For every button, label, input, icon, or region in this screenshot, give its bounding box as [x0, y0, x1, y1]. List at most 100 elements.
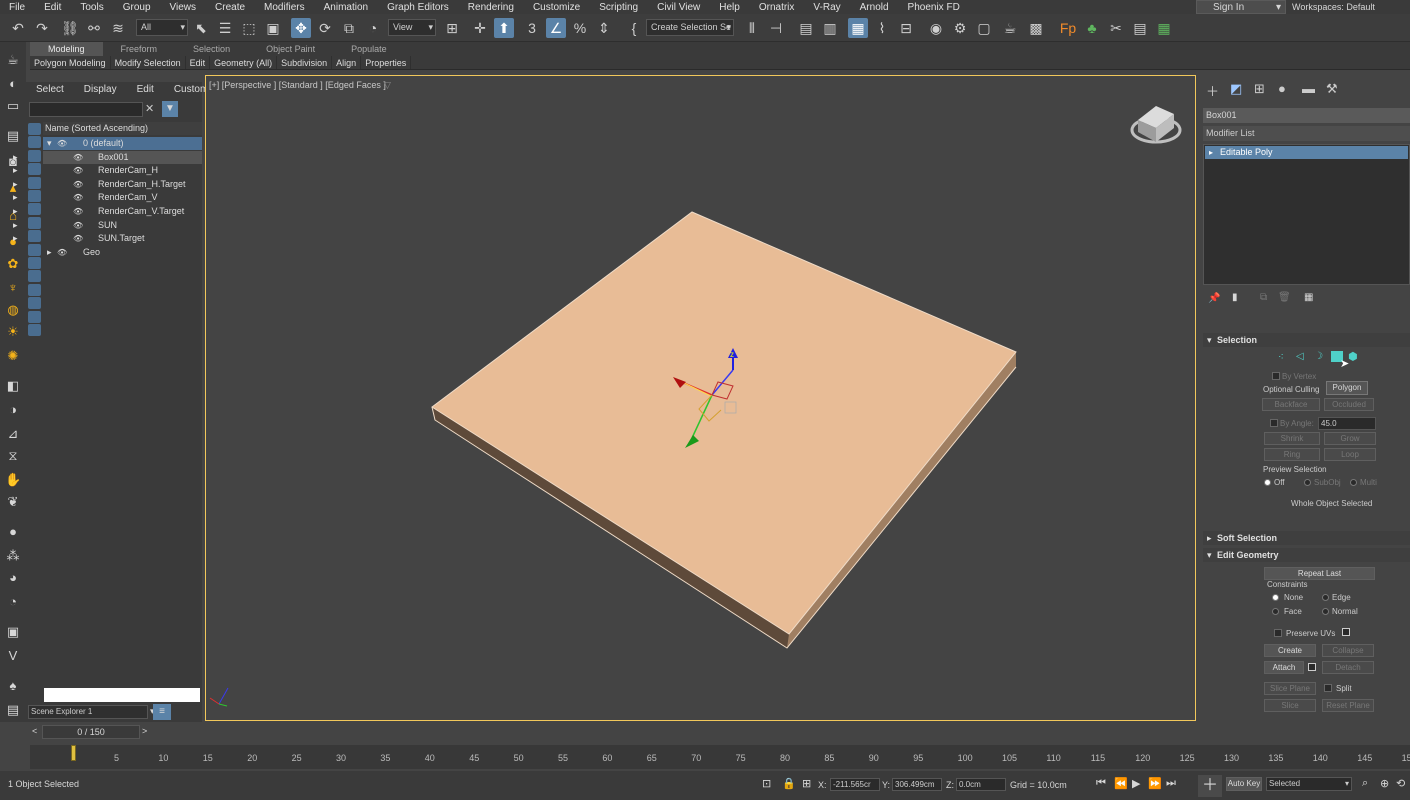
- menu-modifiers[interactable]: Modifiers: [255, 2, 315, 13]
- soft-selection-rollout-header[interactable]: ▸ Soft Selection: [1203, 531, 1410, 545]
- scene-filter-toggle[interactable]: [28, 190, 41, 202]
- expand-arrow-icon[interactable]: ▸: [13, 178, 18, 191]
- perspective-viewport[interactable]: [+] [Perspective ] [Standard ] [Edged Fa…: [205, 75, 1196, 721]
- multi-sphere-icon[interactable]: ◔: [5, 594, 21, 610]
- menu-create[interactable]: Create: [206, 2, 255, 13]
- expand-arrow-icon[interactable]: ▸: [13, 219, 18, 232]
- tools-icon[interactable]: ✂: [1106, 18, 1126, 38]
- workspaces-selector[interactable]: Workspaces: Default: [1292, 0, 1410, 14]
- selection-filter-dropdown[interactable]: All ▾: [136, 19, 188, 36]
- menu-rendering[interactable]: Rendering: [459, 2, 524, 13]
- expand-arrow-icon[interactable]: ▸: [13, 205, 18, 218]
- scene-row[interactable]: ▸ 👁 RenderCam_V.Target: [13, 205, 202, 218]
- backface-button[interactable]: Backface: [1262, 398, 1320, 411]
- preserve-uvs-settings-icon[interactable]: [1342, 628, 1350, 636]
- ribbon-subtab-properties[interactable]: Properties: [361, 56, 412, 69]
- visibility-eye-icon[interactable]: 👁: [73, 205, 83, 218]
- scale-icon[interactable]: ⧉: [339, 18, 359, 38]
- sunburst-icon[interactable]: ✺: [5, 348, 21, 364]
- percent-snap-icon[interactable]: %: [570, 18, 590, 38]
- scene-row[interactable]: ▸ 👁 Geo: [43, 246, 202, 259]
- toggle-ribbon-icon[interactable]: ▦: [848, 18, 868, 38]
- visibility-eye-icon[interactable]: 👁: [57, 246, 67, 259]
- scene-filter-toggle[interactable]: [28, 270, 41, 283]
- menu-animation[interactable]: Animation: [315, 2, 378, 13]
- spinner-snap-icon[interactable]: ⇕: [594, 18, 614, 38]
- link-icon[interactable]: ⛓: [60, 18, 80, 38]
- ring-button[interactable]: Ring: [1264, 448, 1320, 461]
- sphere-icon[interactable]: ◐: [5, 76, 21, 92]
- bulb-icon[interactable]: ◍: [5, 302, 21, 318]
- selection-rollout-header[interactable]: ▾ Selection: [1203, 333, 1410, 347]
- show-end-result-icon[interactable]: ▮: [1232, 292, 1238, 303]
- visibility-eye-icon[interactable]: 👁: [57, 137, 67, 150]
- expand-arrow-icon[interactable]: ▸: [13, 232, 18, 245]
- preview-multi-radio[interactable]: [1350, 479, 1357, 486]
- rect-selection-icon[interactable]: ⬚: [239, 18, 259, 38]
- align-icon[interactable]: ⊣: [766, 18, 786, 38]
- y-coordinate-field[interactable]: 306.499cm: [892, 778, 942, 791]
- scene-row[interactable]: ▸ 👁 SUN: [13, 219, 202, 232]
- edge-mode-icon[interactable]: ◁: [1296, 351, 1304, 362]
- menu-graph-editors[interactable]: Graph Editors: [378, 2, 459, 13]
- ribbon-tab-selection[interactable]: Selection: [175, 42, 248, 56]
- next-frame-icon[interactable]: >: [142, 726, 147, 736]
- time-slider[interactable]: 0 / 150: [42, 725, 140, 739]
- visibility-eye-icon[interactable]: 👁: [73, 178, 83, 191]
- zoom-icon[interactable]: ⌕: [1362, 777, 1368, 790]
- visibility-eye-icon[interactable]: 👁: [73, 151, 83, 164]
- sign-in-dropdown[interactable]: Sign In ▾: [1196, 0, 1286, 14]
- map-icon[interactable]: ▣: [5, 624, 21, 640]
- graph-icon[interactable]: ⧖: [5, 448, 21, 464]
- scene-menu-select[interactable]: Select: [26, 84, 74, 95]
- scene-filter-toggle[interactable]: [28, 324, 41, 336]
- box001[interactable]: [431, 211, 1017, 649]
- current-frame-marker[interactable]: [71, 745, 76, 761]
- schematic-view-icon[interactable]: ⊟: [896, 18, 916, 38]
- reference-coordinate-dropdown[interactable]: View ▾: [388, 19, 436, 36]
- select-object-icon[interactable]: ⬉: [191, 18, 211, 38]
- material-editor-icon[interactable]: ◉: [926, 18, 946, 38]
- vertex-mode-icon[interactable]: ⁖: [1278, 352, 1284, 363]
- menu-ornatrix[interactable]: Ornatrix: [750, 2, 805, 13]
- panel-icon[interactable]: ▤: [5, 702, 21, 718]
- remove-modifier-icon[interactable]: 🗑: [1278, 292, 1291, 303]
- lock-icon[interactable]: 🔒: [782, 777, 796, 790]
- expand-arrow-icon[interactable]: ▾: [47, 137, 52, 150]
- filter-icon[interactable]: ▼: [162, 101, 178, 117]
- scene-row[interactable]: ▸ 👁 RenderCam_V: [13, 191, 202, 204]
- ribbon-subtab-edit[interactable]: Edit: [186, 56, 211, 69]
- scene-filter-toggle[interactable]: [28, 163, 41, 176]
- absolute-mode-icon[interactable]: ⊞: [802, 777, 811, 790]
- scene-menu-display[interactable]: Display: [74, 84, 127, 95]
- scene-row[interactable]: ▸ 👁 SUN.Target: [13, 232, 202, 245]
- grow-button[interactable]: Grow: [1324, 432, 1376, 445]
- scene-filter-toggle[interactable]: [28, 297, 41, 310]
- move-icon[interactable]: ✥: [291, 18, 311, 38]
- hand-icon[interactable]: ✋: [5, 472, 21, 488]
- menu-civil-view[interactable]: Civil View: [648, 2, 710, 13]
- sun-icon[interactable]: ☀: [5, 324, 21, 340]
- utilities-tab-icon[interactable]: ⚒: [1326, 81, 1338, 97]
- attach-button[interactable]: Attach: [1264, 661, 1304, 674]
- constraint-none-radio[interactable]: [1272, 594, 1279, 601]
- white-sphere-icon[interactable]: ●: [5, 524, 21, 540]
- menu-help[interactable]: Help: [710, 2, 750, 13]
- select-by-name-icon[interactable]: ☰: [215, 18, 235, 38]
- scene-filter-toggle[interactable]: [28, 216, 41, 229]
- edit-named-sets-icon[interactable]: {: [624, 18, 644, 38]
- window-crossing-icon[interactable]: ▣: [263, 18, 283, 38]
- menu-customize[interactable]: Customize: [524, 2, 590, 13]
- forest-icon[interactable]: ♣: [1082, 18, 1102, 38]
- menu-scripting[interactable]: Scripting: [590, 2, 648, 13]
- constraint-normal-radio[interactable]: [1322, 608, 1329, 615]
- undo-icon[interactable]: ↶: [8, 18, 28, 38]
- edit-geometry-rollout-header[interactable]: ▾ Edit Geometry: [1203, 548, 1410, 562]
- reset-plane-button[interactable]: Reset Plane: [1322, 699, 1374, 712]
- shrink-button[interactable]: Shrink: [1264, 432, 1320, 445]
- select-manipulate-icon[interactable]: ✛: [470, 18, 490, 38]
- make-unique-icon[interactable]: ⧉: [1260, 292, 1267, 303]
- visibility-eye-icon[interactable]: 👁: [73, 219, 83, 232]
- bind-spacewarp-icon[interactable]: ≋: [108, 18, 128, 38]
- constraint-face-radio[interactable]: [1272, 608, 1279, 615]
